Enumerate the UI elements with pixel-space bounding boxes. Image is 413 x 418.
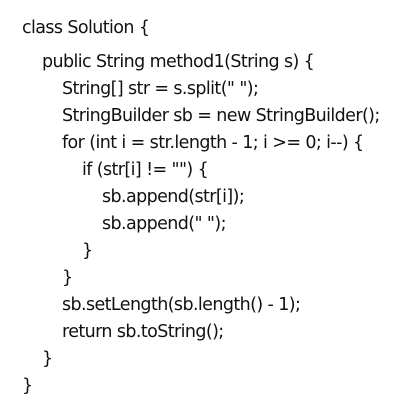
code-line-append-space: sb.append(" "); <box>102 214 227 234</box>
code-line-close-if: } <box>82 241 93 261</box>
code-line-class-declaration: class Solution { <box>22 18 150 38</box>
code-line-stringbuilder: StringBuilder sb = new StringBuilder(); <box>62 106 380 126</box>
code-line-for-loop: for (int i = str.length - 1; i >= 0; i--… <box>62 133 364 153</box>
code-line-method-signature: public String method1(String s) { <box>42 52 315 72</box>
code-line-return: return sb.toString(); <box>62 322 224 342</box>
code-line-close-method: } <box>42 349 53 369</box>
code-line-split: String[] str = s.split(" "); <box>62 79 259 99</box>
code-line-set-length: sb.setLength(sb.length() - 1); <box>62 295 301 315</box>
code-snippet: class Solution { public String method1(S… <box>22 18 402 403</box>
code-line-close-class: } <box>22 376 33 396</box>
code-line-append-word: sb.append(str[i]); <box>102 187 245 207</box>
code-line-close-for: } <box>62 268 73 288</box>
code-line-if-condition: if (str[i] != "") { <box>82 160 209 180</box>
